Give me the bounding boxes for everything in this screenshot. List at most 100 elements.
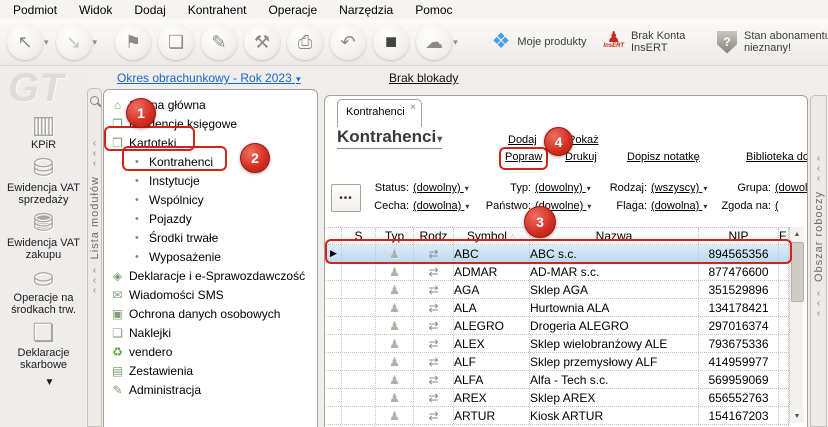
filter-cecha-value[interactable]: (dowolna) ▾ [413, 200, 479, 212]
pokaz-link[interactable]: Pokaż [568, 134, 599, 146]
table-row-aga[interactable]: ♟ ⇄ AGA Sklep AGA 351529896 [326, 281, 789, 299]
go-dropdown-icon[interactable]: ▾ [93, 37, 98, 48]
table-row-alex[interactable]: ♟ ⇄ ALEX Sklep wielobranżowy ALE 7936753… [326, 335, 789, 353]
current-row-marker-icon: ▶ [330, 248, 337, 258]
tree-item-administracja[interactable]: ✎ Administracja [104, 380, 317, 399]
scrollbar-thumb[interactable] [791, 242, 804, 302]
drukuj-link[interactable]: Drukuj [565, 151, 597, 163]
contractor-type-icon: ♟ [389, 390, 400, 405]
column-header-nip[interactable]: NIP [699, 228, 779, 244]
print-button[interactable]: ⎙ [287, 24, 324, 60]
tree-item-strona-glowna[interactable]: ⌂ Strona główna [104, 95, 317, 114]
table-row-admar[interactable]: ♟ ⇄ ADMAR AD-MAR s.c. 877476600 [326, 263, 789, 281]
filter-flaga-value[interactable]: (dowolna) ▾ [651, 200, 719, 212]
tab-kontrahenci[interactable]: Kontrahenci × [337, 99, 422, 127]
tab-close-icon[interactable]: × [410, 102, 416, 113]
menu-pomoc[interactable]: Pomoc [404, 1, 463, 19]
filter-grupa-value[interactable]: (dowoln [775, 182, 807, 194]
dopisz-notatke-link[interactable]: Dopisz notatkę [627, 151, 700, 163]
tree-item-instytucje[interactable]: • Instytucje [104, 171, 317, 190]
table-scrollbar[interactable]: ▲ ▼ [789, 227, 804, 423]
page-title[interactable]: Kontrahenci▾ [337, 127, 443, 149]
labels-icon: ❑ [112, 325, 123, 340]
tree-item-wyposazenie[interactable]: • Wyposażenie [104, 247, 317, 266]
tree-item-ewidencje-ksiegowe[interactable]: ❐ Ewidencje księgowe [104, 114, 317, 133]
scroll-down-icon[interactable]: ▼ [790, 409, 804, 423]
column-header-f[interactable]: F [779, 228, 789, 244]
undo-button[interactable]: ↶ [330, 24, 367, 60]
tree-item-naklejki[interactable]: ❑ Naklejki [104, 323, 317, 342]
workspace-strip[interactable]: ‹ ‹ ‹ Obszar roboczy ‹ ‹ ‹ [810, 95, 827, 427]
table-row-artur[interactable]: ♟ ⇄ ARTUR Kiosk ARTUR 154167203 [326, 407, 789, 425]
tree-item-wspolnicy[interactable]: • Wspólnicy [104, 190, 317, 209]
insert-account-button[interactable]: ♟ InsERT Brak Konta InsERT [603, 30, 703, 54]
tree-item-vendero[interactable]: ♻ vendero [104, 342, 317, 361]
stamp-button[interactable]: ⚒ [244, 24, 281, 60]
column-header-typ[interactable]: Typ [376, 228, 414, 244]
filter-panstwo-value[interactable]: (dowolne) ▾ [535, 200, 605, 212]
filter-panstwo-label: Państwo: [485, 200, 531, 212]
filter-typ-value[interactable]: (dowolny) ▾ [535, 182, 605, 194]
exchange-icon: ⇄ [428, 408, 439, 423]
filter-zgoda-value[interactable]: ( [775, 200, 807, 212]
cloud-sync-button[interactable]: ☁ [416, 24, 453, 60]
new-document-button[interactable]: ❏ [158, 24, 195, 60]
search-icon[interactable] [90, 96, 99, 105]
pin-button[interactable]: ⚑ [115, 24, 152, 60]
tree-item-kartoteki[interactable]: ❒ Kartoteki [104, 133, 317, 152]
subscription-status-button[interactable]: ? Stan abonamentu nieznany! [716, 30, 828, 54]
tree-item-srodki-trwale[interactable]: • Środki trwałe [104, 228, 317, 247]
menu-narzedzia[interactable]: Narzędzia [328, 1, 404, 19]
cloud-icon: ☁ [425, 31, 444, 52]
menu-podmiot[interactable]: Podmiot [2, 1, 68, 19]
accounting-period-link[interactable]: Okres obrachunkowy - Rok 2023 ▾ [117, 71, 301, 85]
module-tax-declarations[interactable]: ❏ Deklaracje skarbowe [3, 320, 85, 372]
row-selector-header[interactable] [326, 228, 342, 244]
filter-rodzaj-value[interactable]: (wszyscy) ▾ [651, 182, 719, 194]
bullet-icon: • [135, 174, 139, 187]
module-kpir[interactable]: ▥ KPiR [3, 112, 85, 152]
tree-item-wiadomosci-sms[interactable]: ✉ Wiadomości SMS [104, 285, 317, 304]
edit-button[interactable]: ✎ [201, 24, 238, 60]
table-row-arex[interactable]: ♟ ⇄ AREX Sklep AREX 656552763 [326, 389, 789, 407]
table-row-alegro[interactable]: ♟ ⇄ ALEGRO Drogeria ALEGRO 297016374 [326, 317, 789, 335]
go-to-button[interactable]: ↘ [55, 24, 92, 60]
cloud-dropdown-icon[interactable]: ▾ [453, 37, 458, 48]
table-row-alf[interactable]: ♟ ⇄ ALF Sklep przemysłowy ALF 414959977 [326, 353, 789, 371]
tree-item-pojazdy[interactable]: • Pojazdy [104, 209, 317, 228]
scroll-up-icon[interactable]: ▲ [790, 227, 804, 241]
table-row-ala[interactable]: ♟ ⇄ ALA Hurtownia ALA 134178421 [326, 299, 789, 317]
menu-widok[interactable]: Widok [68, 1, 123, 19]
tree-item-ochrona-danych[interactable]: ▣ Ochrona danych osobowych [104, 304, 317, 323]
more-modules-arrow-icon[interactable]: ▼ [45, 377, 55, 388]
main-panel: Kontrahenci▾ Dodaj Popraw Pokaż Drukuj D… [324, 95, 808, 427]
tree-item-zestawienia[interactable]: ▤ Zestawienia [104, 361, 317, 380]
menu-operacje[interactable]: Operacje [257, 1, 328, 19]
pointer-dropdown-icon[interactable]: ▾ [44, 37, 49, 48]
table-row-alfa[interactable]: ♟ ⇄ ALFA Alfa - Tech s.c. 569959069 [326, 371, 789, 389]
biblioteka-dokumentow-link[interactable]: Biblioteka dok [746, 151, 807, 163]
column-header-nazwa[interactable]: Nazwa [530, 228, 699, 244]
module-vat-sales[interactable]: ⛁ Ewidencja VAT sprzedaży [3, 155, 85, 207]
table-row-abc[interactable]: ▶ ♟ ⇄ ABC ABC s.c. 894565356 [326, 245, 789, 263]
dodaj-link[interactable]: Dodaj [508, 134, 537, 146]
column-header-s[interactable]: S [342, 228, 376, 244]
more-filters-button[interactable]: ••• [331, 184, 361, 212]
filter-typ-label: Typ: [510, 182, 531, 194]
lock-status-link[interactable]: Brak blokady [389, 71, 458, 85]
my-products-button[interactable]: ❖ Moje produkty [492, 31, 590, 52]
menu-kontrahent[interactable]: Kontrahent [177, 1, 258, 19]
column-header-rodz[interactable]: Rodz [414, 228, 454, 244]
cube-button[interactable]: ■ [373, 24, 410, 60]
module-fixed-assets-ops[interactable]: ⛀ Operacje na środkach trw. [3, 265, 85, 317]
column-header-symbol[interactable]: Symbol △ [454, 228, 530, 244]
filter-status-value[interactable]: (dowolny) ▾ [413, 182, 479, 194]
module-list-strip[interactable]: ‹ ‹ ‹ Lista modułów ‹ ‹ ‹ [87, 88, 102, 427]
tree-item-deklaracje[interactable]: ◈ Deklaracje i e-Sprawozdawczość [104, 266, 317, 285]
menu-dodaj[interactable]: Dodaj [123, 1, 176, 19]
module-vat-purchases[interactable]: ⛃ Ewidencja VAT zakupu [3, 210, 85, 262]
select-tool-button[interactable]: ↖ [7, 24, 43, 60]
popraw-link[interactable]: Popraw [505, 151, 542, 163]
navigation-tree: ⌂ Strona główna ❐ Ewidencje księgowe ❒ K… [103, 89, 318, 427]
tree-item-kontrahenci[interactable]: • Kontrahenci [104, 152, 317, 171]
